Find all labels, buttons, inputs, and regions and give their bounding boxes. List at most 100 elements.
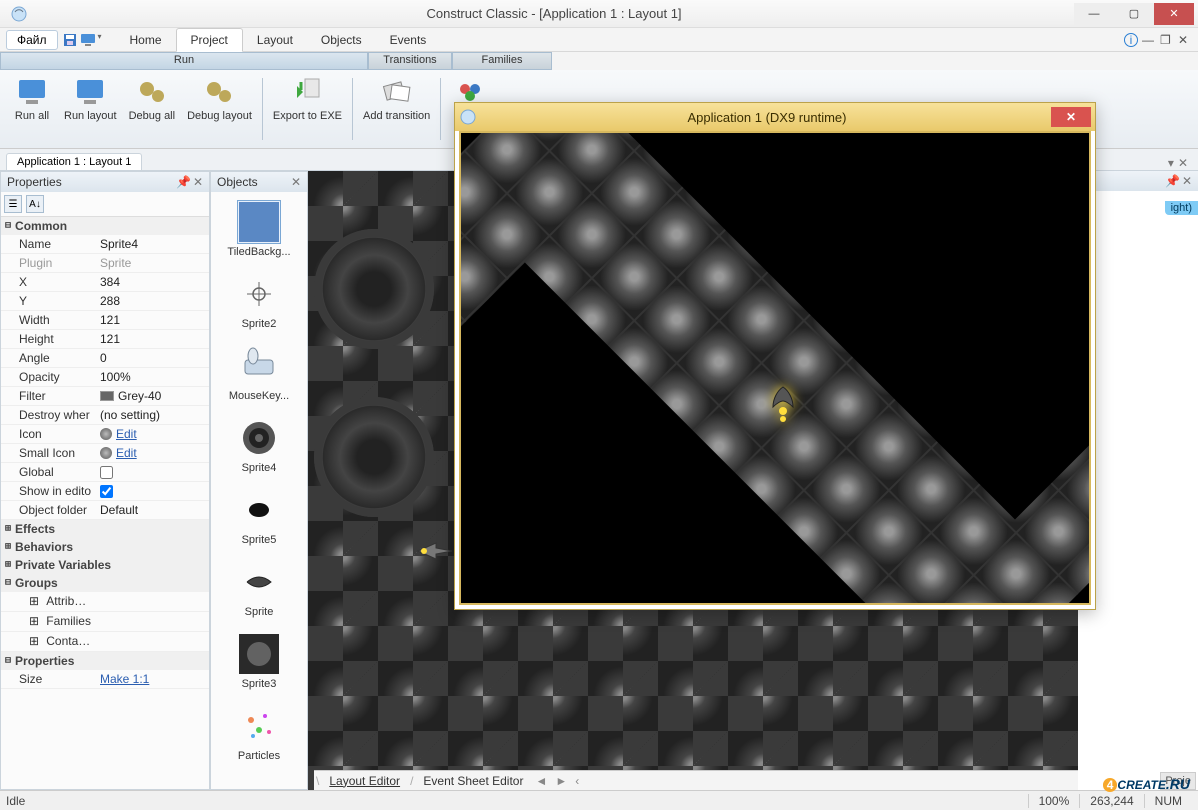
runtime-viewport[interactable] xyxy=(459,131,1091,605)
objects-panel: Objects ✕ TiledBackg... Sprite2 MouseKey… xyxy=(210,171,308,790)
sphere-small-icon xyxy=(100,447,112,459)
status-idle: Idle xyxy=(6,794,1028,808)
tab-home[interactable]: Home xyxy=(116,29,176,51)
object-item-tiledbackground[interactable]: TiledBackg... xyxy=(213,196,305,268)
canvas-ship-sprite[interactable] xyxy=(416,539,456,563)
object-item-sprite4[interactable]: Sprite4 xyxy=(213,412,305,484)
prop-name-value[interactable]: Sprite4 xyxy=(96,235,209,253)
categorized-view-icon[interactable]: ☰ xyxy=(4,195,22,213)
app-icon xyxy=(10,5,28,23)
maximize-button[interactable]: ▢ xyxy=(1114,3,1154,25)
monitor-icon[interactable] xyxy=(80,32,96,48)
doctab-dropdown-icon[interactable]: ▾ xyxy=(1168,156,1174,170)
prop-global-checkbox[interactable] xyxy=(100,466,113,479)
prop-angle-value[interactable]: 0 xyxy=(96,349,209,367)
prop-y-value[interactable]: 288 xyxy=(96,292,209,310)
object-item-particles[interactable]: Particles xyxy=(213,700,305,772)
file-menu[interactable]: Файл xyxy=(6,30,58,50)
object-item-mousekeyboard[interactable]: MouseKey... xyxy=(213,340,305,412)
inner-close-icon[interactable]: ✕ xyxy=(1178,33,1192,47)
right-hint-text: ight) xyxy=(1165,201,1198,215)
save-icon[interactable] xyxy=(62,32,78,48)
status-numlock: NUM xyxy=(1144,794,1192,808)
prop-height-value[interactable]: 121 xyxy=(96,330,209,348)
right-close-icon[interactable]: ✕ xyxy=(1182,174,1192,188)
runtime-close-button[interactable]: ✕ xyxy=(1051,107,1091,127)
panel-pin-icon[interactable]: 📌 xyxy=(176,175,191,189)
scroll-left-icon[interactable]: ‹ xyxy=(571,774,583,788)
close-button[interactable]: ✕ xyxy=(1154,3,1194,25)
monitor-layout-icon xyxy=(74,76,106,108)
prop-showineditor-checkbox[interactable] xyxy=(100,485,113,498)
inner-restore-icon[interactable]: ❐ xyxy=(1160,33,1174,47)
minimize-button[interactable]: — xyxy=(1074,3,1114,25)
tab-events[interactable]: Events xyxy=(376,29,441,51)
ribbon-group-families: Families xyxy=(452,52,552,70)
runtime-titlebar[interactable]: Application 1 (DX9 runtime) ✕ xyxy=(455,103,1095,131)
debug-layout-button[interactable]: Debug layout xyxy=(181,74,258,144)
properties-toolbar: ☰ A↓ xyxy=(1,192,209,217)
objects-header: Objects ✕ xyxy=(211,172,307,192)
export-exe-button[interactable]: Export to EXE xyxy=(267,74,348,144)
canvas-tab-events[interactable]: Event Sheet Editor xyxy=(415,772,531,790)
color-swatch-icon xyxy=(100,391,114,401)
objects-close-icon[interactable]: ✕ xyxy=(291,175,301,189)
debug-all-button[interactable]: Debug all xyxy=(123,74,181,144)
prop-icon-value[interactable]: Edit xyxy=(96,425,209,443)
canvas-tab-layout[interactable]: Layout Editor xyxy=(321,772,408,790)
canvas-gear-sprite-2[interactable] xyxy=(314,397,434,517)
menubar: Файл ▾ Home Project Layout Objects Event… xyxy=(0,28,1198,52)
runtime-window[interactable]: Application 1 (DX9 runtime) ✕ xyxy=(454,102,1096,610)
tab-objects[interactable]: Objects xyxy=(307,29,376,51)
run-layout-button[interactable]: Run layout xyxy=(58,74,123,144)
tab-project[interactable]: Project xyxy=(176,28,243,52)
prop-destroy-value[interactable]: (no setting) xyxy=(96,406,209,424)
monitor-run-icon xyxy=(16,76,48,108)
properties-grid[interactable]: ⊟Common NameSprite4 PluginSprite X384 Y2… xyxy=(1,217,209,789)
object-item-sprite2[interactable]: Sprite2 xyxy=(213,268,305,340)
titlebar: Construct Classic - [Application 1 : Lay… xyxy=(0,0,1198,28)
run-all-button[interactable]: Run all xyxy=(6,74,58,144)
statusbar: Idle 100% 263,244 NUM xyxy=(0,790,1198,810)
objects-list[interactable]: TiledBackg... Sprite2 MouseKey... Sprite… xyxy=(211,192,307,789)
properties-panel: Properties 📌✕ ☰ A↓ ⊟Common NameSprite4 P… xyxy=(0,171,210,790)
object-item-sprite5[interactable]: Sprite5 xyxy=(213,484,305,556)
prop-x-value[interactable]: 384 xyxy=(96,273,209,291)
ribbon-group-run: Run xyxy=(0,52,368,70)
runtime-app-icon xyxy=(459,108,477,126)
tab-nav-right-icon[interactable]: ► xyxy=(551,774,571,788)
prop-size-link[interactable]: Make 1:1 xyxy=(100,672,149,686)
prop-opacity-value[interactable]: 100% xyxy=(96,368,209,386)
object-item-sprite[interactable]: Sprite xyxy=(213,556,305,628)
object-item-sprite3[interactable]: Sprite3 xyxy=(213,628,305,700)
alphabetical-view-icon[interactable]: A↓ xyxy=(26,195,44,213)
status-coords: 263,244 xyxy=(1079,794,1143,808)
canvas-gear-sprite-1[interactable] xyxy=(314,229,434,349)
gears-icon xyxy=(136,76,168,108)
window-title: Construct Classic - [Application 1 : Lay… xyxy=(34,6,1074,21)
canvas-tab-bar: \ Layout Editor / Event Sheet Editor ◄ ►… xyxy=(314,770,1078,790)
right-panel: 📌✕ ight) Proje xyxy=(1078,171,1198,790)
prop-smallicon-value[interactable]: Edit xyxy=(96,444,209,462)
prop-width-value[interactable]: 121 xyxy=(96,311,209,329)
add-transition-button[interactable]: Add transition xyxy=(357,74,436,144)
panel-close-icon[interactable]: ✕ xyxy=(193,175,203,189)
quick-access-toolbar: ▾ xyxy=(62,32,106,48)
status-zoom: 100% xyxy=(1028,794,1080,808)
ribbon-group-transitions: Transitions xyxy=(368,52,452,70)
tab-layout[interactable]: Layout xyxy=(243,29,307,51)
doc-tab-layout[interactable]: Application 1 : Layout 1 xyxy=(6,153,142,170)
help-icon[interactable]: i xyxy=(1124,33,1138,47)
properties-header: Properties 📌✕ xyxy=(1,172,209,192)
right-pin-icon[interactable]: 📌 xyxy=(1165,174,1180,188)
qat-dropdown-icon[interactable]: ▾ xyxy=(98,32,106,48)
export-icon xyxy=(291,76,323,108)
sphere-icon xyxy=(100,428,112,440)
inner-minimize-icon[interactable]: — xyxy=(1142,33,1156,47)
runtime-ship-sprite xyxy=(761,383,805,427)
prop-filter-value[interactable]: Grey-40 xyxy=(96,387,209,405)
tab-nav-left-icon[interactable]: ◄ xyxy=(531,774,551,788)
doctab-close-icon[interactable]: ✕ xyxy=(1178,156,1188,170)
prop-folder-value[interactable]: Default xyxy=(96,501,209,519)
gears-layout-icon xyxy=(203,76,235,108)
